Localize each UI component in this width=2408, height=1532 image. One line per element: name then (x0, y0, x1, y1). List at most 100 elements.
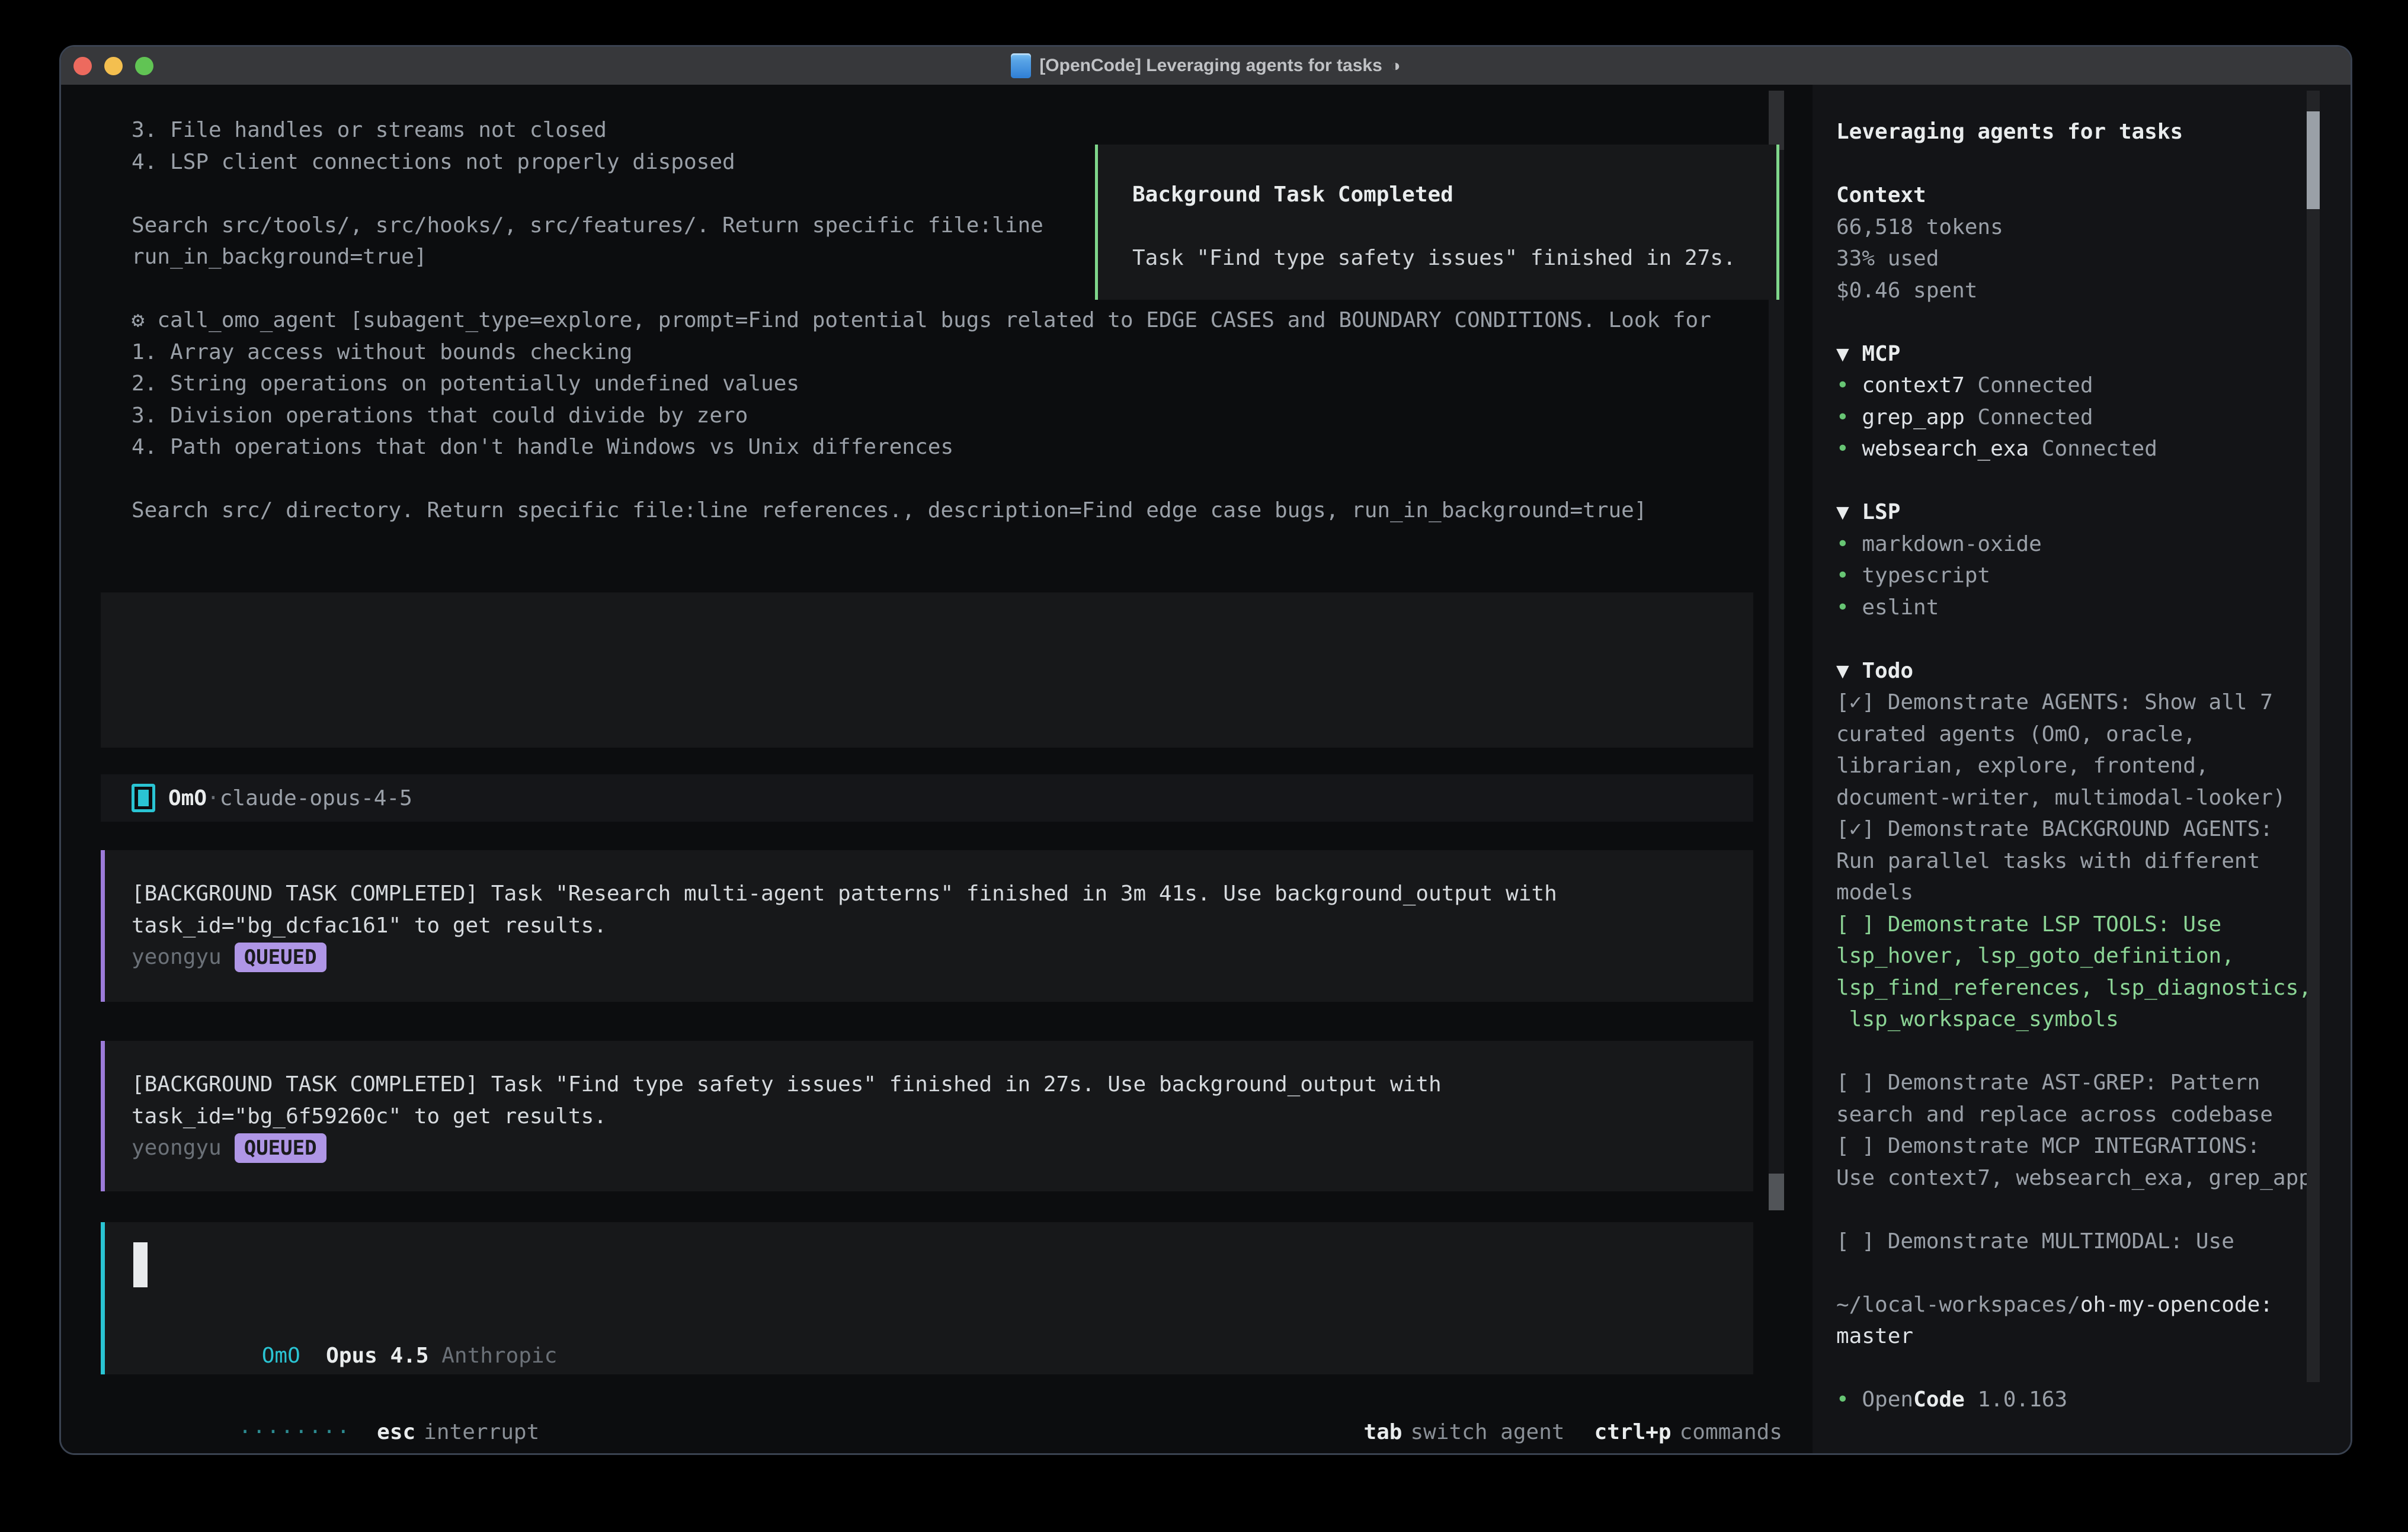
text-segment: 33% used (1836, 246, 1939, 271)
text-segment: run_in_background=true] (132, 245, 427, 269)
task-message-line2: task_id="bg_dcfac161" to get results. (132, 910, 1753, 942)
history-line: Search src/ directory. Return specific f… (132, 495, 1753, 527)
mcp-header[interactable]: ▼ MCP (1836, 338, 2352, 370)
task-user: yeongyu (132, 1136, 222, 1160)
text-segment: Use context7, websearch_exa, grep_app (1836, 1166, 2311, 1190)
half-shaded-circle-icon: ◑ (1391, 56, 1401, 75)
bullet-icon: • (1836, 563, 1862, 588)
text-segment: Search src/tools/, src/hooks/, src/featu… (132, 213, 1043, 238)
input-model: Opus 4.5 (326, 1344, 428, 1368)
chat-scrollbar-thumb[interactable] (1769, 91, 1784, 150)
todo-item-done: [✓] Demonstrate AGENTS: Show all 7 (1836, 687, 2352, 719)
input-provider: Anthropic (441, 1344, 557, 1368)
spacer (1836, 1352, 2352, 1384)
spacer (1836, 623, 2352, 655)
text-segment: 3. Division operations that could divide… (132, 403, 748, 428)
text-segment: Context (1836, 183, 1926, 207)
history-line: 1. Array access without bounds checking (132, 336, 1753, 368)
text-segment: 1. Array access without bounds checking (132, 340, 632, 364)
todo-item-pending: [ ] Demonstrate MULTIMODAL: Use (1836, 1226, 2352, 1258)
todo-item-active: lsp_hover, lsp_goto_definition, (1836, 940, 2352, 972)
spacer (1836, 148, 2352, 180)
todo-item-done: curated agents (OmO, oracle, (1836, 719, 2352, 751)
todo-item-active: lsp_find_references, lsp_diagnostics, (1836, 972, 2352, 1004)
spacer (1836, 1194, 2352, 1226)
traffic-lights (73, 47, 153, 85)
sidebar-title: Leveraging agents for tasks (1836, 116, 2352, 148)
text-segment: ~/local-workspaces/ (1836, 1293, 2080, 1317)
chat-scrollbar-end[interactable] (1769, 1174, 1784, 1210)
todo-item-done: Run parallel tasks with different (1836, 845, 2352, 877)
status-bar: ········escinterrupt tabswitch agentctrl… (110, 1384, 1782, 1416)
text-segment: Run parallel tasks with different (1836, 849, 2260, 873)
history-line: 2. String operations on potentially unde… (132, 368, 1753, 400)
text-segment: master (1836, 1324, 1913, 1348)
text-segment: [ ] Demonstrate AST-GREP: Pattern (1836, 1071, 2260, 1095)
prompt-input[interactable]: OmO Opus 4.5 Anthropic (101, 1222, 1753, 1374)
sidebar-scrollbar-thumb[interactable] (2307, 111, 2320, 209)
text-segment: Todo (1862, 659, 1913, 683)
text-segment: typescript (1862, 563, 1990, 588)
zoom-button[interactable] (135, 57, 153, 75)
text-segment: lsp_find_references, lsp_diagnostics, (1836, 976, 2311, 1000)
text-segment: grep_app (1862, 405, 1964, 430)
text-segment: document-writer, multimodal-looker) (1836, 786, 2286, 810)
background-task-message: [BACKGROUND TASK COMPLETED] Task "Find t… (101, 1041, 1753, 1191)
ctrlp-hint-key: ctrl+p (1594, 1420, 1671, 1444)
desktop: [OpenCode] Leveraging agents for tasks ◑… (0, 0, 2408, 1532)
history-line: 3. Division operations that could divide… (132, 400, 1753, 432)
text-segment: context7 (1862, 373, 1964, 398)
history-line: 3. File handles or streams not closed (132, 114, 1753, 146)
bullet-icon: • (1836, 595, 1862, 620)
subagent-nav-hint: ctrl+x right, ctrl+x left to navigate be… (132, 687, 1753, 719)
todo-item-done: librarian, explore, frontend, (1836, 750, 2352, 782)
agent-name: OmO (168, 786, 207, 810)
oracle-task-title: ◉ Oracle Task "Deep architecture review" (132, 623, 1753, 655)
workspace-path: ~/local-workspaces/oh-my-opencode: (1836, 1289, 2352, 1321)
mcp-item: • context7 Connected (1836, 370, 2352, 402)
text-segment: Open (1862, 1387, 1913, 1412)
toast-body: Task "Find type safety issues" finished … (1132, 242, 1776, 274)
sidebar-scrollbar[interactable] (2307, 91, 2320, 1382)
agent-model: claude-opus-4-5 (220, 786, 412, 810)
bullet-icon: • (1836, 532, 1862, 556)
close-button[interactable] (73, 57, 92, 75)
history-line: 4. Path operations that don't handle Win… (132, 431, 1753, 463)
text-segment: curated agents (OmO, oracle, (1836, 722, 2196, 746)
chevron-down-icon: ▼ (1836, 500, 1862, 524)
spacer (1836, 1036, 2352, 1068)
text-segment: lsp_workspace_symbols (1836, 1007, 2119, 1031)
text-segment: Code (1913, 1387, 1965, 1412)
toast-title: Background Task Completed (1132, 179, 1776, 211)
bullet-icon: • (1836, 1387, 1862, 1412)
todo-item-active: [ ] Demonstrate LSP TOOLS: Use (1836, 909, 2352, 941)
chevron-down-icon: ▼ (1836, 342, 1862, 366)
spacer (1836, 465, 2352, 497)
spacer (1836, 1257, 2352, 1289)
lsp-item: • markdown-oxide (1836, 528, 2352, 560)
text-segment: websearch_exa (1862, 437, 2029, 461)
app-content: 3. File handles or streams not closed 4. … (61, 85, 2351, 1453)
text-segment: Leveraging agents for tasks (1836, 120, 2183, 144)
opencode-window: [OpenCode] Leveraging agents for tasks ◑… (59, 45, 2352, 1455)
text-segment: oh-my-opencode: (2080, 1293, 2273, 1317)
titlebar[interactable]: [OpenCode] Leveraging agents for tasks ◑ (61, 47, 2351, 85)
todo-header[interactable]: ▼ Todo (1836, 655, 2352, 687)
context-spent: $0.46 spent (1836, 275, 2352, 307)
context-header: Context (1836, 180, 2352, 211)
text-cursor (133, 1242, 148, 1287)
lsp-item: • eslint (1836, 592, 2352, 624)
text-segment: 2. String operations on potentially unde… (132, 371, 799, 396)
input-footer: OmO Opus 4.5 Anthropic (133, 1319, 557, 1392)
background-task-toast[interactable]: Background Task Completed Task "Find typ… (1095, 145, 1779, 300)
esc-hint-key: esc (377, 1420, 415, 1444)
spinner-dots-icon: ········ (239, 1420, 351, 1444)
text-segment: markdown-oxide (1862, 532, 2041, 556)
text-segment: [ ] Demonstrate MULTIMODAL: Use (1836, 1229, 2234, 1254)
document-icon (1011, 53, 1031, 78)
lsp-header[interactable]: ▼ LSP (1836, 496, 2352, 528)
minimize-button[interactable] (104, 57, 123, 75)
text-segment: lsp_hover, lsp_goto_definition, (1836, 944, 2234, 968)
gear-icon: ⚙ (132, 308, 157, 332)
workspace-branch: master (1836, 1321, 2352, 1352)
